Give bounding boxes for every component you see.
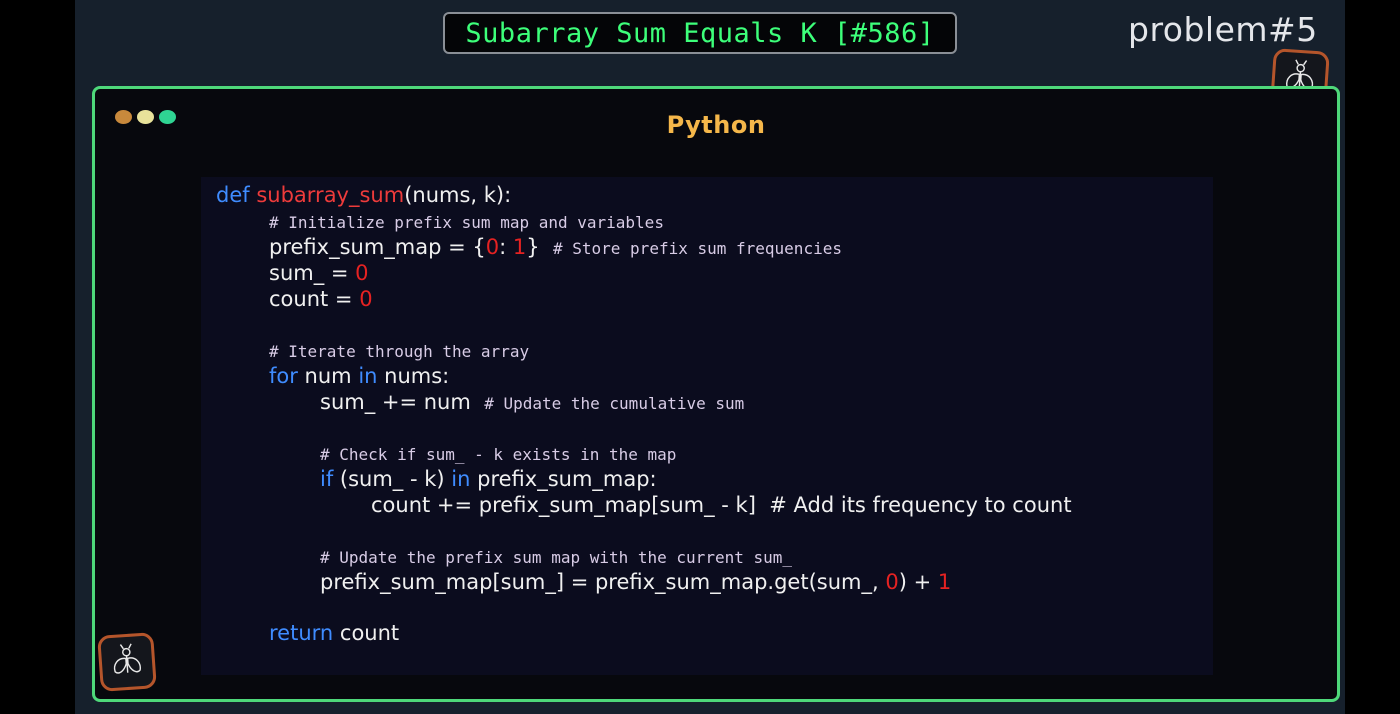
problem-number-label: problem#5 [1128,10,1318,49]
code-line-3: prefix_sum_map = {0: 1} # Store prefix s… [269,235,842,259]
code-block: def subarray_sum(nums, k): # Initialize … [201,177,1213,675]
code-line-8: sum_ += num # Update the cumulative sum [320,390,745,414]
problem-title: Subarray Sum Equals K [#586] [465,17,935,49]
code-line-9: # Check if sum_ - k exists in the map [320,445,677,464]
code-line-7: for num in nums: [269,364,450,388]
problem-title-box: Subarray Sum Equals K [#586] [443,12,957,54]
code-window: Python def subarray_sum(nums, k): # Init… [92,86,1340,702]
code-line-12: # Update the prefix sum map with the cur… [320,548,793,567]
code-line-10: if (sum_ - k) in prefix_sum_map: [320,467,657,491]
code-line-13: prefix_sum_map[sum_] = prefix_sum_map.ge… [320,570,952,594]
code-line-1: def subarray_sum(nums, k): [216,183,512,207]
code-line-6: # Iterate through the array [269,342,530,361]
language-title: Python [666,111,766,139]
code-line-11: count += prefix_sum_map[sum_ - k] # Add … [371,493,1072,517]
code-line-5: count = 0 [269,287,373,311]
code-line-4: sum_ = 0 [269,261,369,285]
code-line-14: return count [269,621,400,645]
code-line-2: # Initialize prefix sum map and variable… [269,213,664,232]
bee-logo-icon [97,632,157,692]
